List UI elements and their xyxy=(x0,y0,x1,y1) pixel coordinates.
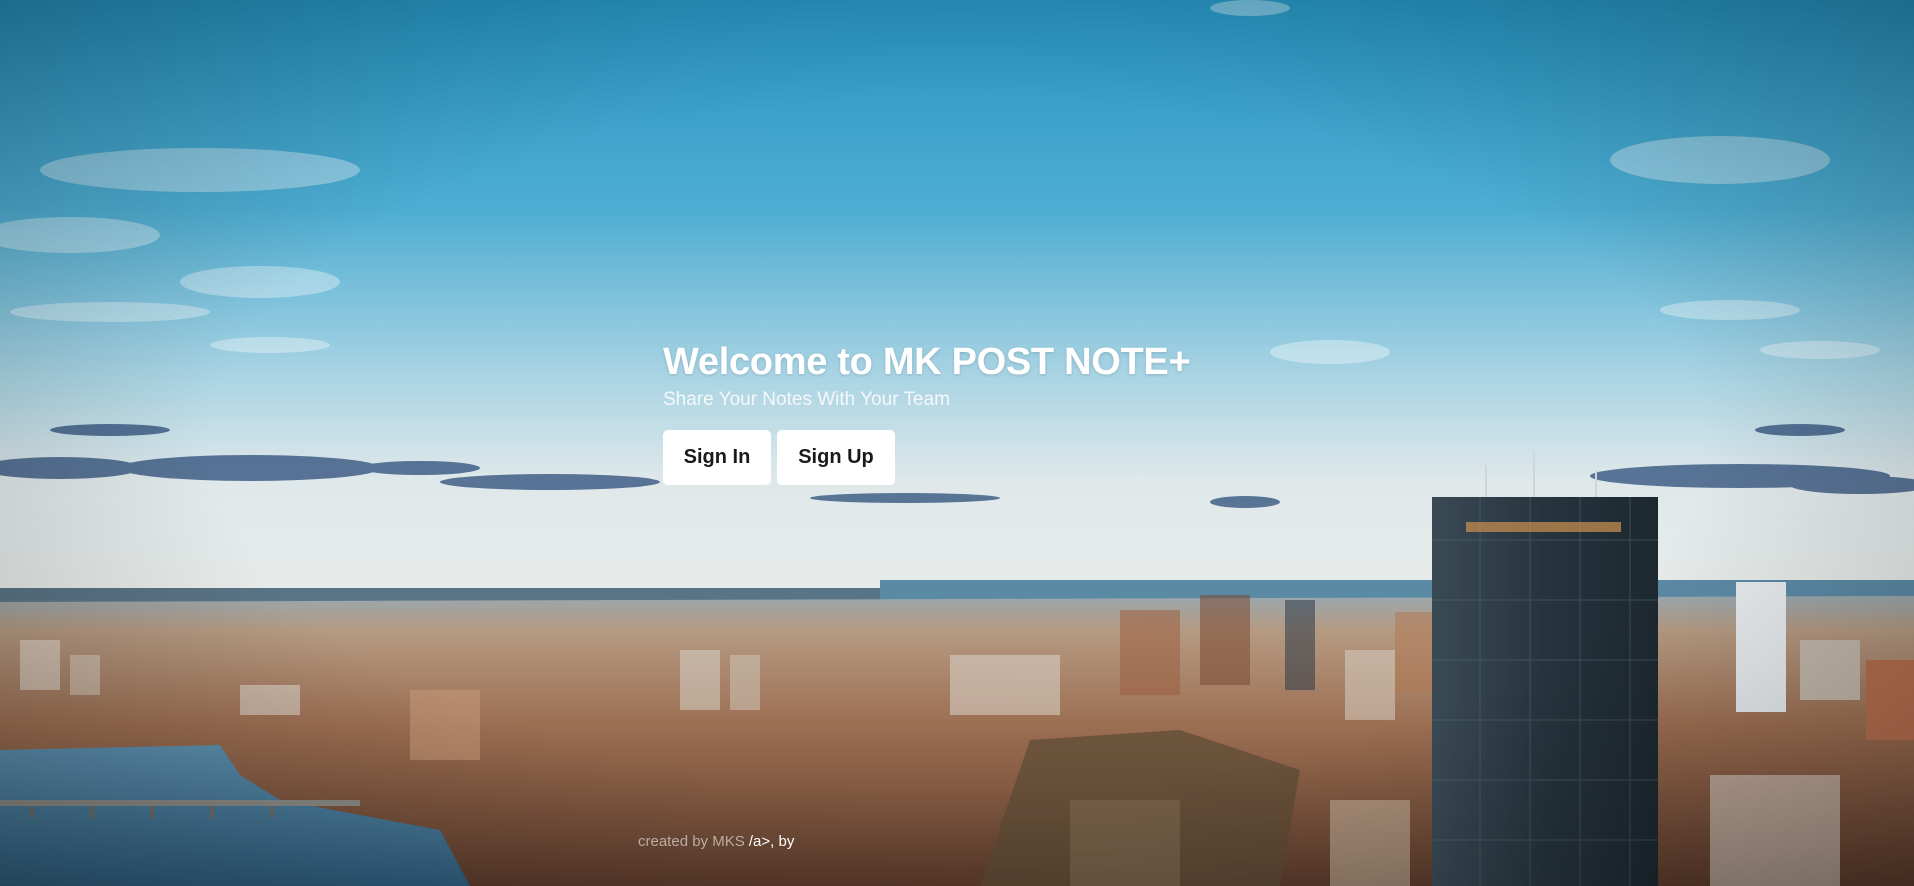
footer-credit-faded: created by MKS xyxy=(638,833,745,850)
hero-section: Welcome to MK POST NOTE+ Share Your Note… xyxy=(663,338,1283,485)
footer-credit-link[interactable]: /a>, by xyxy=(749,833,794,850)
sign-in-button[interactable]: Sign In xyxy=(663,430,771,485)
sign-up-button[interactable]: Sign Up xyxy=(777,430,895,485)
page-subtitle: Share Your Notes With Your Team xyxy=(663,389,950,410)
page-title: Welcome to MK POST NOTE+ xyxy=(663,341,1191,383)
auth-actions: Sign In Sign Up xyxy=(663,430,1283,485)
footer-credit: created by MKS /a>, by xyxy=(638,833,794,850)
